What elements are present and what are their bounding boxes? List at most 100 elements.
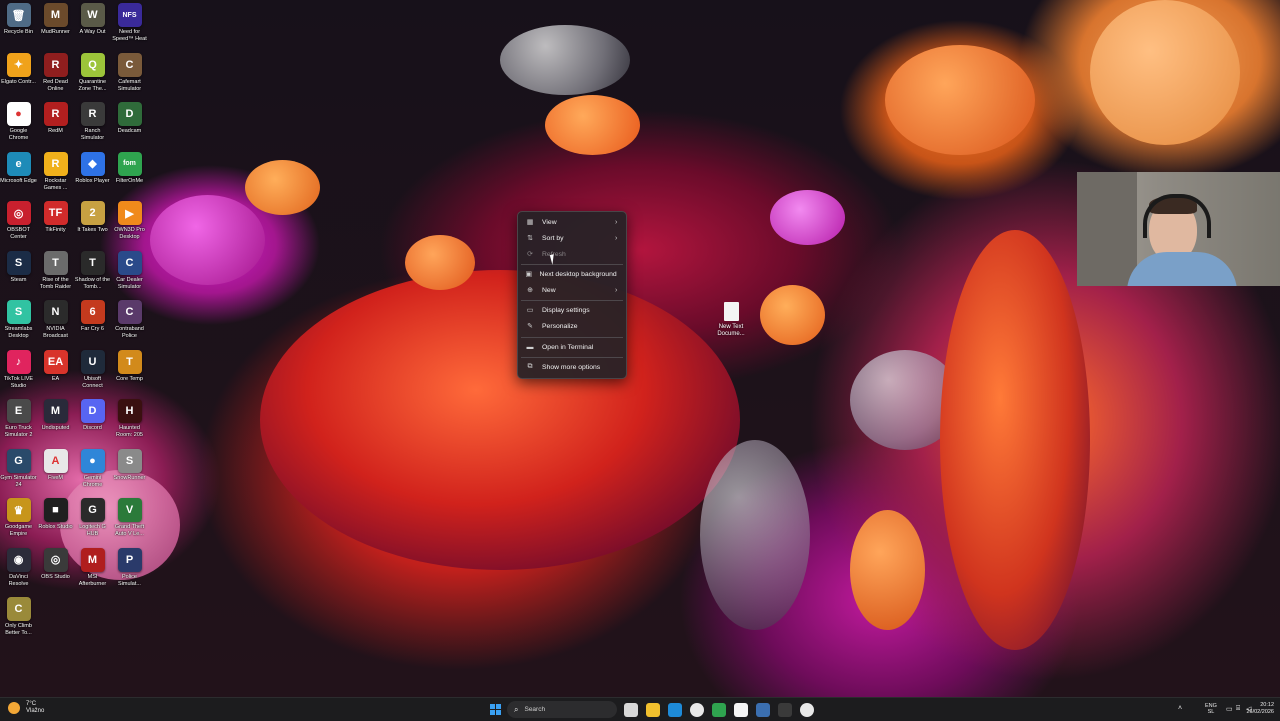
taskbar-app-store-icon[interactable] [734,703,748,717]
desktop-icon[interactable]: R Ranch Simulator [74,102,111,150]
desktop-icon[interactable]: S SnowRunner [111,448,148,497]
menu-item-next-desktop-background[interactable]: ▣ Next desktop background [521,267,623,281]
app-icon: M [43,3,68,27]
desktop-icon-label: FilterOnMe [115,177,144,184]
desktop-icon[interactable]: ● Gemini Chrome [74,448,111,497]
taskbar-app-file-explorer-icon[interactable] [646,703,660,717]
menu-item-personalize[interactable]: ✎ Personalize [521,319,623,333]
desktop-icon[interactable]: EA EA [37,349,74,398]
desktop-icon[interactable]: D Discord [74,399,111,447]
desktop-icon[interactable]: ▶ OWN3D Pro Desktop [111,201,148,249]
start-button[interactable] [490,704,501,715]
menu-item-open-in-terminal[interactable]: ▬ Open in Terminal [521,340,623,354]
desktop-icon[interactable]: N NVIDIA Broadcast [37,300,74,348]
desktop-icon-label: Steam [10,276,27,283]
app-icon: ◆ [80,151,105,176]
taskbar-search-box[interactable]: ⌕ Search [507,701,617,718]
desktop-icon[interactable]: C Contraband Police [111,300,148,348]
taskbar-app-obs-icon[interactable] [778,703,792,717]
taskbar-app-edge-icon[interactable] [668,703,682,717]
desktop-icon-label: OBSBOT Center [7,227,30,240]
desktop-icon[interactable]: ◆ Roblox Player [74,151,111,200]
text-document-icon [723,302,739,321]
desktop-icon[interactable]: Q Quarantine Zone The... [74,52,111,101]
desktop-icon[interactable]: G Gym Simulator 24 [0,448,37,497]
desktop-icon[interactable]: T Shadow of the Tomb... [74,250,111,299]
taskbar-app-task-view-icon[interactable] [624,703,638,717]
menu-item-refresh[interactable]: ⟳ Refresh [521,247,623,261]
app-icon: ◉ [6,547,31,572]
menu-item-view[interactable]: ▦ View › [521,215,623,229]
taskbar-app-xbox-icon[interactable] [712,703,726,717]
desktop-icon[interactable]: ◎ OBS Studio [37,547,74,596]
menu-separator [521,357,623,358]
desktop-icon[interactable]: TF TikFinity [37,201,74,249]
language-indicator[interactable]: ENG SL [1205,703,1217,715]
desktop-icon-label: OWN3D Pro Desktop [114,227,145,240]
desktop-icon-label: Cafemart Simulator [117,78,142,92]
desktop-icon[interactable]: ◉ DaVinci Resolve [0,547,37,596]
desktop-icon[interactable]: C Cafemart Simulator [111,52,148,101]
weather-widget[interactable]: 7°C Vlažno [8,701,44,715]
taskbar-app-chrome-icon[interactable] [690,703,704,717]
desktop-icon[interactable]: ◎ OBSBOT Center [0,201,37,249]
desktop-icon[interactable]: A FiveM [37,448,74,497]
desktop-icon[interactable]: G Logitech G HUB [74,498,111,546]
desktop-icon[interactable]: E Euro Truck Simulator 2 [0,399,37,447]
chevron-up-icon[interactable]: ˄ [1178,705,1182,712]
desktop-icon[interactable]: fom FilterOnMe [111,151,148,200]
wallpaper-shape [545,95,640,155]
desktop-icon[interactable]: ♛ Goodgame Empire [0,498,37,546]
menu-separator [521,300,623,301]
app-icon: ▶ [117,201,142,225]
chevron-right-icon: › [615,234,618,242]
desktop-icon[interactable]: S Steam [0,250,37,299]
desktop-icon[interactable]: 6 Far Cry 6 [74,300,111,348]
desktop-icon[interactable]: C Car Dealer Simulator [111,250,148,299]
desktop-icon[interactable]: e Microsoft Edge [0,151,37,200]
network-icon[interactable]: ⌸ [1236,705,1240,713]
desktop-icon[interactable]: R Red Dead Online [37,52,74,101]
desktop-icon[interactable]: ● Google Chrome [0,102,37,150]
app-icon: ■ [43,498,68,522]
windows-logo-tile [496,704,501,709]
desktop-icon[interactable]: M MSI Afterburner [74,547,111,596]
desktop-icon[interactable]: D Deadcam [111,102,148,150]
next-desktop-background-icon: ▣ [525,271,533,278]
desktop-wallpaper[interactable] [0,0,1280,697]
taskbar-app-steam-icon[interactable] [756,703,770,717]
menu-item-show-more-options[interactable]: ⧉ Show more options [521,360,623,374]
desktop-icon[interactable]: R Rockstar Games ... [37,151,74,200]
app-icon: R [43,52,68,77]
taskbar-clock[interactable]: 20:12 26/02/2026 [1246,702,1274,716]
desktop-icon[interactable]: W A Way Out [74,3,111,51]
taskbar-app-chrome-2-icon[interactable] [800,703,814,717]
desktop-file-new-text-document[interactable]: New Text Docume... [712,302,750,346]
desktop-icon[interactable]: V Grand Theft Auto V Le... [111,498,148,546]
menu-item-display-settings[interactable]: ▭ Display settings [521,303,623,317]
desktop-icon[interactable]: P Police Simulat... [111,547,148,596]
desktop-icon[interactable]: ✦ Elgato Contr... [0,52,37,101]
desktop-icon[interactable]: C Only Climb Better To... [0,597,37,645]
wallpaper-shape [260,270,740,570]
desktop-icon[interactable]: R RedM [37,102,74,150]
desktop-icon[interactable]: H Haunted Room: 205 [111,399,148,447]
desktop-icon[interactable]: S Streamlabs Desktop [0,300,37,348]
desktop-icon[interactable]: M MudRunner [37,3,74,51]
menu-item-new[interactable]: ⊕ New › [521,283,623,297]
desktop-icon[interactable]: 2 It Takes Two [74,201,111,249]
desktop-icon[interactable]: NFS Need for Speed™ Heat [111,3,148,51]
desktop-icon[interactable]: ■ Roblox Studio [37,498,74,546]
desktop-icon[interactable]: T Core Temp [111,349,148,398]
monitor-icon[interactable]: ▭ [1226,705,1233,713]
app-icon: 🗑 [6,3,31,27]
desktop-icon[interactable]: T Rise of the Tomb Raider [37,250,74,299]
open-in-terminal-icon: ▬ [526,343,534,351]
menu-item-sort-by[interactable]: ⇅ Sort by › [521,231,623,245]
desktop-icon[interactable]: 🗑 Recycle Bin [0,3,37,51]
desktop-icon[interactable]: ♪ TikTok LIVE Studio [0,349,37,398]
desktop-icon[interactable]: M Undisputed [37,399,74,447]
app-icon: ● [80,448,105,473]
desktop-icon-label: Ubisoft Connect [82,375,103,389]
desktop-icon[interactable]: U Ubisoft Connect [74,349,111,398]
